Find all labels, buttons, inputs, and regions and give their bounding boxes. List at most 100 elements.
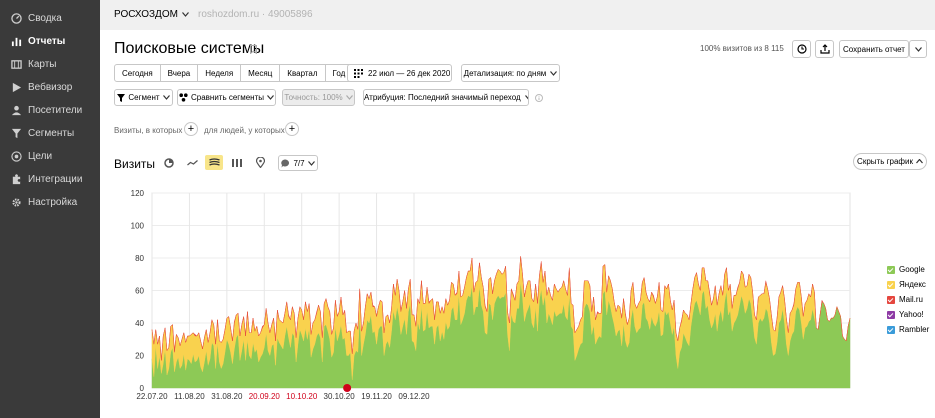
y-tick-label: 20 — [135, 352, 144, 361]
legend-checkbox[interactable] — [887, 265, 895, 274]
sidebar-item-integrations[interactable]: Интеграции — [0, 168, 100, 190]
period-presets: Сегодня Вчера Неделя Месяц Квартал Год — [114, 64, 354, 82]
x-tick-label: 30.10.20 — [324, 392, 356, 401]
segment-button[interactable]: Сегмент — [114, 89, 173, 106]
y-tick-label: 60 — [135, 287, 144, 296]
sidebar-item-settings[interactable]: Настройка — [0, 191, 100, 213]
y-tick-label: 80 — [135, 254, 144, 263]
map-pin-icon — [255, 157, 265, 168]
detail-dropdown[interactable]: Детализация: по дням — [461, 64, 560, 82]
period-quarter[interactable]: Квартал — [280, 65, 326, 81]
annotation-marker — [343, 384, 352, 392]
plot-area — [151, 192, 851, 389]
sidebar-item-label: Настройка — [28, 196, 78, 208]
x-axis-ticks: 22.07.20 11.08.20 31.08.20 20.09.20 10.10.20… — [136, 392, 430, 401]
export-button[interactable] — [815, 40, 834, 58]
sidebar-item-summary[interactable]: Сводка — [0, 7, 100, 29]
pie-chart-icon — [164, 157, 174, 168]
y-tick-label: 100 — [131, 222, 145, 231]
info-icon[interactable] — [535, 94, 543, 102]
compare-segments-button[interactable]: Сравнить сегменты — [177, 89, 276, 106]
period-week[interactable]: Неделя — [198, 65, 242, 81]
attribution-dropdown[interactable]: Атрибуция: Последний значимый переход — [363, 89, 529, 106]
add-people-condition-button[interactable]: + — [285, 122, 299, 136]
x-tick-label: 10.10.20 — [286, 392, 318, 401]
date-range-label: 22 июл — 26 дек 2020 — [368, 68, 451, 78]
accuracy-label: Точность: 100% — [284, 93, 343, 102]
bar-chart-icon — [10, 35, 22, 47]
funnel-icon — [10, 127, 22, 139]
chevron-up-icon — [915, 159, 923, 164]
puzzle-icon — [10, 173, 22, 185]
compare-label: Сравнить сегменты — [190, 93, 264, 102]
sidebar-item-visitors[interactable]: Посетители — [0, 99, 100, 121]
org-selector[interactable]: РОСХОЗДОМ — [114, 9, 189, 20]
period-month[interactable]: Месяц — [241, 65, 281, 81]
sidebar-item-label: Цели — [28, 150, 53, 162]
target-icon — [10, 150, 22, 162]
legend-label: Яндекс — [899, 280, 926, 289]
site-name: roshozdom.ru · 49005896 — [198, 9, 313, 20]
legend-label: Google — [899, 265, 925, 274]
legend-checkbox[interactable] — [887, 280, 895, 289]
map-chart-toggle[interactable] — [251, 155, 269, 170]
save-report-button[interactable]: Сохранить отчет — [839, 40, 909, 58]
legend-item[interactable]: Rambler — [887, 322, 929, 337]
clock-icon — [796, 44, 807, 54]
sidebar-item-goals[interactable]: Цели — [0, 145, 100, 167]
play-icon — [10, 81, 22, 93]
x-tick-label: 20.09.20 — [249, 392, 281, 401]
chart-areas — [151, 256, 851, 389]
add-visit-condition-button[interactable]: + — [184, 122, 198, 136]
sidebar-item-webvisor[interactable]: Вебвизор — [0, 76, 100, 98]
x-tick-label: 19.11.20 — [361, 392, 392, 401]
accuracy-dropdown[interactable]: Точность: 100% — [282, 89, 355, 106]
people-condition-label: для людей, у которых — [204, 126, 285, 135]
chevron-down-icon — [162, 95, 170, 100]
top-bar: РОСХОЗДОМ roshozdom.ru · 49005896 — [100, 0, 935, 30]
upload-icon — [819, 44, 830, 54]
x-tick-label: 22.07.20 — [136, 392, 168, 401]
speech-bubble-icon — [281, 158, 290, 167]
period-today[interactable]: Сегодня — [115, 65, 161, 81]
sidebar-item-label: Сводка — [28, 12, 62, 24]
sidebar-item-maps[interactable]: Карты — [0, 53, 100, 75]
period-yesterday[interactable]: Вчера — [161, 65, 199, 81]
save-options-button[interactable] — [909, 40, 927, 58]
dashboard-icon — [10, 12, 22, 24]
chart-legend: Google Яндекс Mail.ru Yahoo! Rambler — [887, 262, 929, 337]
history-button[interactable] — [792, 40, 811, 58]
legend-item[interactable]: Яндекс — [887, 277, 929, 292]
sidebar-item-reports[interactable]: Отчеты — [0, 30, 100, 52]
sidebar: Сводка Отчеты Карты Вебвизор Посетители … — [0, 0, 100, 418]
series-count: 7/7 — [293, 158, 305, 168]
hide-chart-button[interactable]: Скрыть график — [853, 153, 927, 170]
pie-chart-toggle[interactable] — [160, 155, 178, 170]
legend-item[interactable]: Yahoo! — [887, 307, 929, 322]
chevron-down-icon — [550, 70, 558, 76]
legend-checkbox[interactable] — [887, 325, 895, 334]
chevron-down-icon — [267, 95, 274, 100]
legend-item[interactable]: Mail.ru — [887, 292, 929, 307]
area-chart-toggle[interactable] — [205, 155, 223, 170]
line-chart-icon — [186, 159, 198, 165]
legend-checkbox[interactable] — [887, 295, 895, 304]
bookmark-icon[interactable] — [250, 45, 257, 54]
legend-item[interactable]: Google — [887, 262, 929, 277]
sidebar-item-label: Отчеты — [28, 35, 66, 47]
page-title: Поисковые системы — [114, 40, 265, 57]
line-chart-toggle[interactable] — [183, 155, 201, 170]
sidebar-item-segments[interactable]: Сегменты — [0, 122, 100, 144]
sidebar-item-label: Карты — [28, 58, 57, 70]
calendar-icon — [354, 68, 363, 78]
series-area-яндекс — [151, 256, 851, 380]
series-selector[interactable]: 7/7 — [278, 155, 318, 171]
chart-grid — [151, 192, 851, 389]
bar-chart-icon — [232, 159, 242, 167]
y-tick-label: 40 — [135, 319, 144, 328]
chevron-down-icon — [524, 95, 528, 100]
bar-chart-toggle[interactable] — [228, 155, 246, 170]
legend-checkbox[interactable] — [887, 310, 895, 319]
chevron-down-icon — [914, 46, 922, 52]
date-range-picker[interactable]: 22 июл — 26 дек 2020 — [347, 64, 452, 82]
